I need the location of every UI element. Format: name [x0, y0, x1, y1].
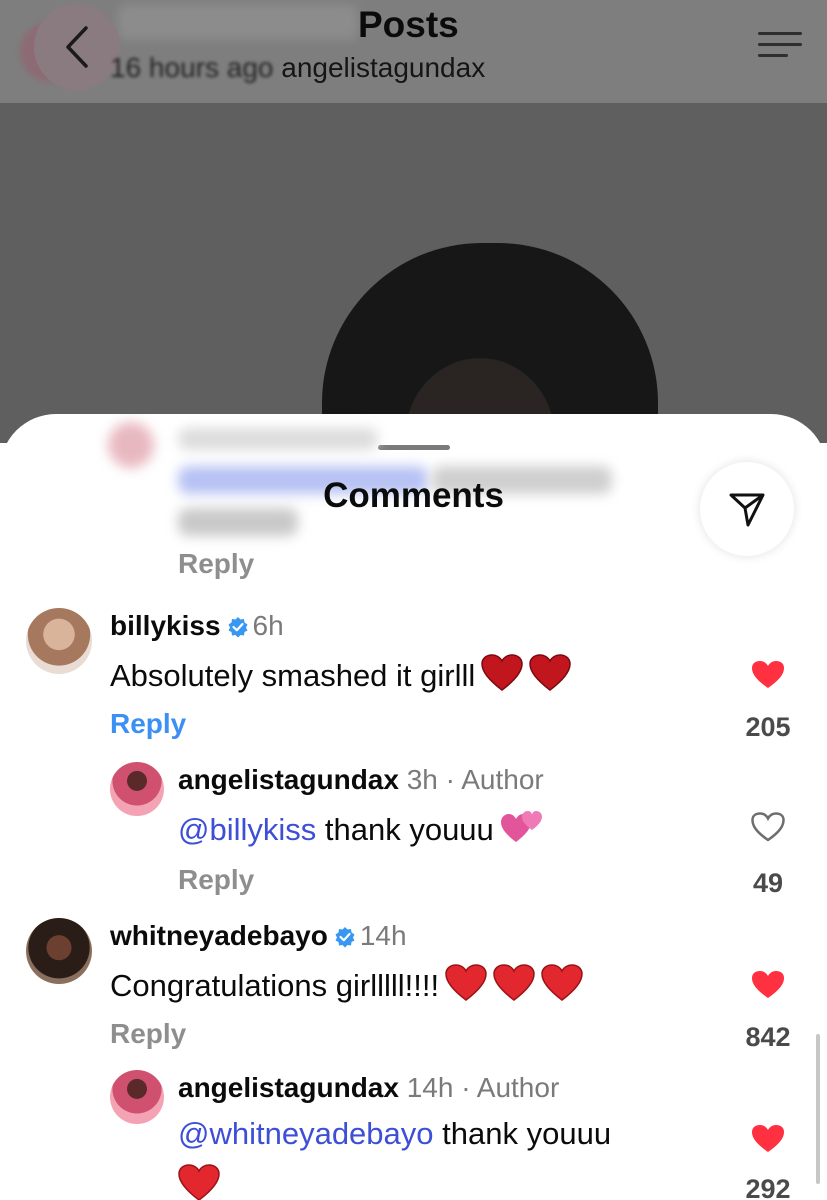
reply-button[interactable]: Reply	[110, 1018, 186, 1050]
reply-button[interactable]: Reply	[110, 708, 186, 740]
comment-body-continued	[178, 1164, 220, 1200]
red-heart-emoji-icon	[481, 654, 524, 691]
like-button[interactable]	[738, 812, 798, 847]
verified-badge-icon	[335, 927, 355, 948]
page-title: Posts	[358, 4, 459, 45]
comment-text: Congratulations girlllll!!!!	[110, 968, 440, 1003]
post-author[interactable]: angelistagundax	[281, 52, 485, 83]
share-button[interactable]	[700, 462, 794, 556]
comments-sheet: Comments Reply billykiss 6h Absolutely sm…	[0, 414, 827, 1200]
red-heart-emoji-icon	[541, 964, 583, 1001]
post-time: 16 hours ago	[110, 52, 274, 83]
comment-username[interactable]: angelistagundax	[178, 1072, 399, 1103]
back-button[interactable]	[34, 4, 120, 90]
comment-text: thank youuu	[316, 812, 494, 847]
reply-button[interactable]: Reply	[178, 864, 254, 896]
comment-time: 6h	[252, 610, 284, 641]
mention-link[interactable]: @billykiss	[178, 812, 316, 847]
sheet-grabber[interactable]	[378, 445, 450, 450]
reply-button[interactable]: Reply	[178, 548, 254, 580]
heart-filled-icon	[752, 1125, 784, 1152]
red-heart-emoji-icon	[178, 1164, 220, 1200]
avatar[interactable]	[26, 608, 92, 674]
like-button[interactable]	[738, 1124, 798, 1159]
comment-time: 14h	[406, 1072, 454, 1103]
chevron-left-icon	[66, 26, 88, 68]
comment-text: Absolutely smashed it girlll	[110, 658, 476, 693]
heart-filled-icon	[752, 661, 784, 688]
heart-outline-icon	[751, 812, 785, 842]
like-button[interactable]	[738, 660, 798, 695]
comment-body: @billykiss thank youuu	[178, 808, 544, 848]
comment-body: Congratulations girlllll!!!!	[110, 964, 583, 1004]
red-heart-emoji-icon	[493, 964, 535, 1001]
two-hearts-emoji-icon	[500, 811, 542, 842]
author-label: · Author	[445, 764, 544, 795]
scrollbar[interactable]	[816, 1034, 820, 1184]
avatar[interactable]	[26, 918, 92, 984]
like-count: 842	[745, 1022, 791, 1052]
mention-link[interactable]: @whitneyadebayo	[178, 1116, 434, 1151]
comment-username[interactable]: whitneyadebayo	[110, 920, 328, 951]
comment-body: Absolutely smashed it girlll	[110, 654, 572, 694]
post-header: Posts 16 hours ago angelistagundax	[0, 0, 827, 103]
avatar[interactable]	[110, 762, 164, 816]
author-label: · Author	[461, 1072, 560, 1103]
like-count: 292	[745, 1174, 791, 1200]
red-heart-emoji-icon	[445, 964, 487, 1001]
comment-body: @whitneyadebayo thank youuu	[178, 1116, 611, 1152]
avatar[interactable]	[110, 1070, 164, 1124]
header-username-blurred	[118, 4, 358, 40]
blurred-username	[178, 428, 378, 450]
like-count: 49	[752, 868, 784, 898]
comment-time: 3h	[406, 764, 438, 795]
heart-filled-icon	[752, 971, 784, 998]
comment-text: thank youuu	[433, 1116, 612, 1151]
comment-username[interactable]: billykiss	[110, 610, 221, 641]
red-heart-emoji-icon	[529, 654, 572, 691]
comment-time: 14h	[359, 920, 407, 951]
comment-username[interactable]: angelistagundax	[178, 764, 399, 795]
menu-icon[interactable]	[758, 32, 802, 58]
post-image	[0, 103, 827, 443]
like-count: 205	[745, 712, 791, 742]
post-meta: 16 hours ago angelistagundax	[110, 52, 485, 84]
blurred-avatar	[108, 422, 154, 468]
verified-badge-icon	[228, 617, 248, 638]
send-icon	[729, 493, 765, 527]
like-button[interactable]	[738, 970, 798, 1005]
